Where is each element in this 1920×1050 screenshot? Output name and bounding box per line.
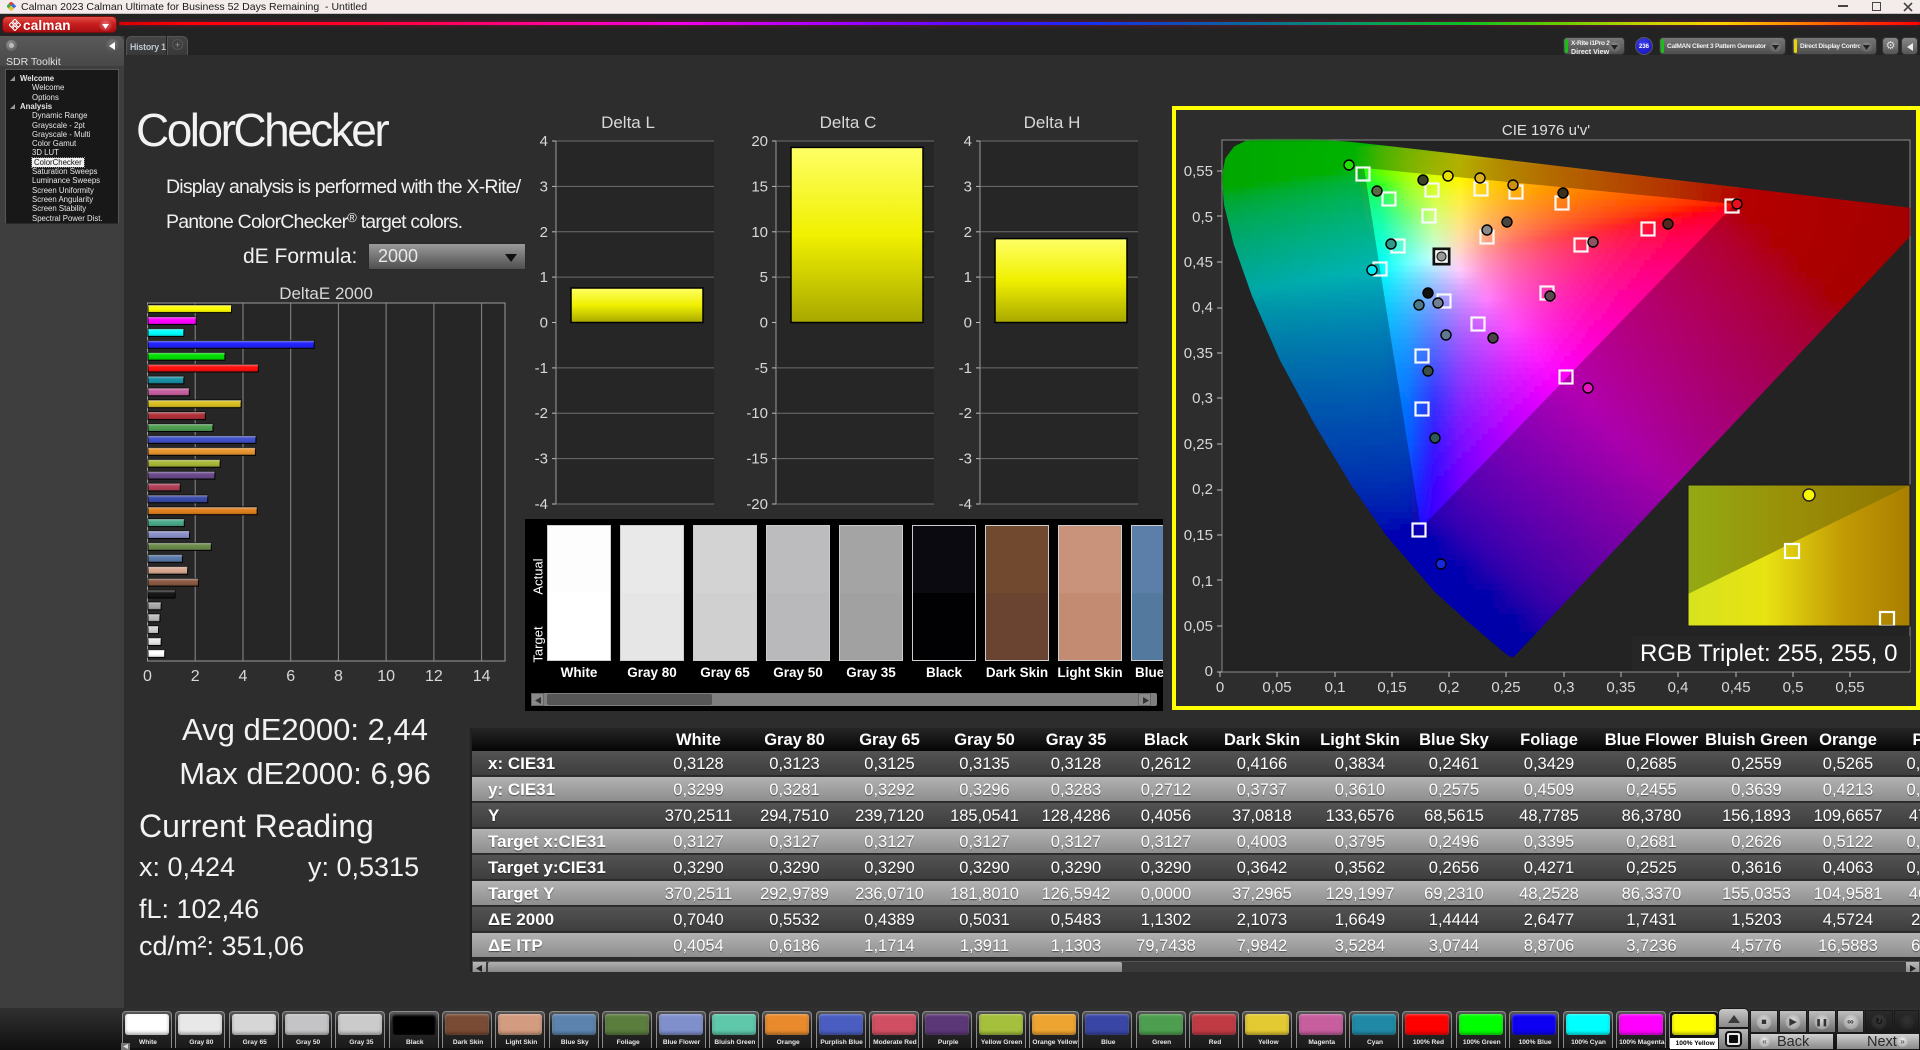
svg-text:10: 10 (751, 224, 768, 241)
svg-text:CIE 1976 u'v': CIE 1976 u'v' (1502, 122, 1590, 139)
svg-text:6: 6 (286, 668, 295, 685)
svg-text:0,45: 0,45 (1184, 254, 1213, 271)
svg-text:0,5: 0,5 (1783, 679, 1804, 696)
svg-text:0: 0 (1205, 663, 1213, 680)
svg-text:Delta L: Delta L (601, 113, 655, 132)
svg-text:-1: -1 (535, 360, 548, 377)
svg-text:0,15: 0,15 (1184, 527, 1213, 544)
svg-text:0,35: 0,35 (1606, 679, 1635, 696)
svg-text:0,1: 0,1 (1325, 679, 1346, 696)
svg-text:4: 4 (540, 133, 548, 150)
svg-text:0,55: 0,55 (1835, 679, 1864, 696)
svg-text:4: 4 (239, 668, 248, 685)
svg-text:0,15: 0,15 (1377, 679, 1406, 696)
svg-text:20: 20 (751, 133, 768, 150)
svg-text:8: 8 (334, 668, 343, 685)
svg-text:-3: -3 (959, 451, 972, 468)
svg-text:0,4: 0,4 (1668, 679, 1689, 696)
svg-text:0,45: 0,45 (1721, 679, 1750, 696)
svg-text:0,3: 0,3 (1192, 390, 1213, 407)
svg-text:0,1: 0,1 (1192, 573, 1213, 590)
svg-text:2: 2 (540, 224, 548, 241)
svg-text:12: 12 (425, 668, 443, 685)
svg-text:-2: -2 (535, 405, 548, 422)
svg-text:-4: -4 (535, 496, 548, 513)
svg-text:0,55: 0,55 (1184, 163, 1213, 180)
svg-text:0,4: 0,4 (1192, 299, 1213, 316)
svg-text:-1: -1 (959, 360, 972, 377)
svg-text:-2: -2 (959, 405, 972, 422)
svg-text:0,25: 0,25 (1184, 436, 1213, 453)
svg-text:3: 3 (964, 178, 972, 195)
svg-text:0,3: 0,3 (1554, 679, 1575, 696)
svg-text:-20: -20 (746, 496, 768, 513)
svg-text:0,25: 0,25 (1491, 679, 1520, 696)
svg-text:0: 0 (540, 315, 548, 332)
svg-text:RGB Triplet: 255, 255, 0: RGB Triplet: 255, 255, 0 (1640, 640, 1897, 667)
svg-text:0: 0 (964, 315, 972, 332)
svg-text:0,05: 0,05 (1184, 618, 1213, 635)
svg-text:2: 2 (964, 224, 972, 241)
svg-text:-4: -4 (959, 496, 972, 513)
svg-text:5: 5 (760, 269, 768, 286)
svg-text:4: 4 (964, 133, 972, 150)
svg-text:0: 0 (1216, 679, 1224, 696)
svg-text:3: 3 (540, 178, 548, 195)
svg-text:-15: -15 (746, 451, 768, 468)
svg-text:-3: -3 (535, 451, 548, 468)
svg-text:15: 15 (751, 178, 768, 195)
svg-text:0,35: 0,35 (1184, 345, 1213, 362)
svg-text:0: 0 (760, 315, 768, 332)
svg-text:-10: -10 (746, 405, 768, 422)
svg-text:Delta H: Delta H (1024, 113, 1081, 132)
svg-text:0,05: 0,05 (1262, 679, 1291, 696)
svg-text:0,5: 0,5 (1192, 209, 1213, 226)
svg-text:-5: -5 (755, 360, 768, 377)
svg-text:10: 10 (377, 668, 395, 685)
svg-text:DeltaE 2000: DeltaE 2000 (279, 284, 373, 303)
svg-text:Delta C: Delta C (820, 113, 877, 132)
svg-text:0,2: 0,2 (1439, 679, 1460, 696)
svg-text:2: 2 (191, 668, 200, 685)
svg-text:14: 14 (473, 668, 491, 685)
svg-text:1: 1 (964, 269, 972, 286)
svg-text:0,2: 0,2 (1192, 481, 1213, 498)
svg-text:1: 1 (540, 269, 548, 286)
svg-text:0: 0 (143, 668, 152, 685)
